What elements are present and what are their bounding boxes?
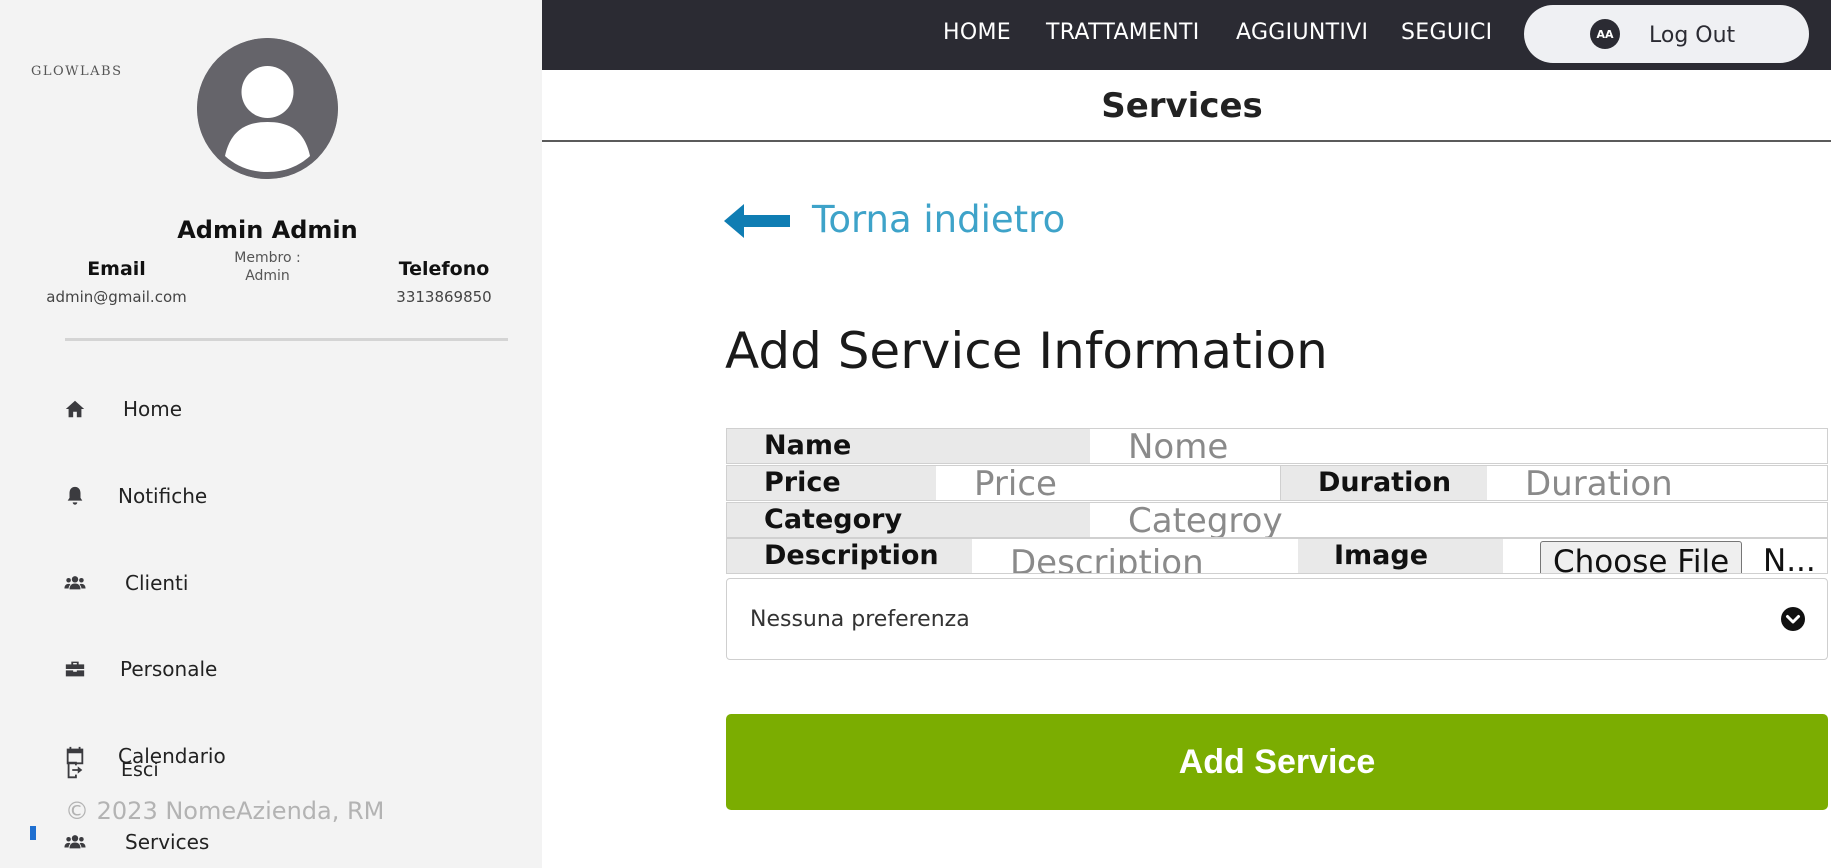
users-icon [64, 572, 86, 594]
user-avatar-icon [197, 38, 338, 179]
sidebar-item-label: Personale [120, 657, 218, 681]
duration-label: Duration [1280, 466, 1487, 500]
sidebar-divider [65, 338, 508, 341]
preference-select[interactable]: Nessuna preferenza [726, 578, 1828, 660]
description-image-row: Description Description Image Choose Fil… [726, 538, 1828, 574]
phone-title: Telefono [398, 258, 490, 280]
sidebar-item-notifiche[interactable]: Notifiche [64, 481, 207, 511]
description-input[interactable]: Description [972, 545, 1298, 573]
sidebar-item-clienti[interactable]: Clienti [64, 568, 188, 598]
page-header: Services [542, 70, 1831, 142]
name-row: Name Nome [726, 428, 1828, 464]
user-avatar [197, 38, 338, 179]
sidebar-item-home[interactable]: Home [64, 394, 182, 424]
category-row: Category Categroy [726, 502, 1828, 538]
logout-icon [64, 759, 86, 781]
member-role: Membro : Admin [220, 249, 315, 285]
page-title: Services [1101, 86, 1263, 126]
home-icon [64, 398, 86, 420]
category-label: Category [727, 503, 1090, 537]
phone-value: 3313869850 [396, 288, 492, 306]
sidebar-item-personale[interactable]: Personale [64, 654, 217, 684]
briefcase-icon [64, 658, 86, 680]
user-phone-block: Telefono 3313869850 [390, 258, 498, 306]
email-title: Email [87, 258, 146, 280]
chevron-down-icon [1781, 607, 1805, 631]
name-input[interactable]: Nome [1090, 429, 1827, 463]
sidebar-item-services[interactable]: Services [64, 827, 209, 857]
email-value: admin@gmail.com [46, 288, 187, 306]
choose-file-button[interactable]: Choose File [1540, 541, 1743, 573]
price-duration-row: Price Price Duration Duration [726, 465, 1828, 501]
topnav-home[interactable]: HOME [943, 20, 1011, 45]
user-email-block: Email admin@gmail.com [40, 258, 193, 306]
logout-button[interactable]: AA Log Out [1524, 5, 1809, 63]
user-initials-avatar: AA [1590, 19, 1620, 49]
active-item-marker [30, 826, 36, 840]
form-title: Add Service Information [725, 322, 1328, 380]
category-input[interactable]: Categroy [1090, 503, 1827, 537]
price-input[interactable]: Price [936, 466, 1280, 500]
arrow-left-icon [724, 204, 790, 238]
sidebar-item-label: Services [125, 830, 210, 854]
image-label: Image [1298, 539, 1503, 573]
price-label: Price [727, 466, 936, 500]
description-label: Description [727, 539, 972, 573]
sidebar-item-label: Notifiche [118, 484, 208, 508]
duration-input[interactable]: Duration [1487, 466, 1827, 500]
back-link-label: Torna indietro [812, 198, 1066, 241]
topnav-trattamenti[interactable]: TRATTAMENTI [1046, 20, 1200, 45]
sidebar-item-label: Clienti [125, 571, 189, 595]
add-service-button[interactable]: Add Service [726, 714, 1828, 810]
topnav-seguici[interactable]: SEGUICI [1401, 20, 1492, 45]
sidebar-item-label: Home [123, 397, 183, 421]
user-name: Admin Admin [177, 216, 358, 244]
name-label: Name [727, 429, 1090, 463]
preference-select-value: Nessuna preferenza [750, 607, 970, 632]
member-role-value: Admin [245, 268, 290, 284]
sidebar-item-label: Esci [121, 759, 159, 781]
member-role-label: Membro : [234, 250, 301, 266]
bell-icon [64, 485, 86, 507]
topnav-aggiuntivi[interactable]: AGGIUNTIVI [1236, 20, 1368, 45]
users-icon [64, 831, 86, 853]
logout-label: Log Out [1649, 23, 1736, 48]
top-navbar: HOME TRATTAMENTI AGGIUNTIVI SEGUICI AA L… [542, 0, 1831, 70]
file-name-text: N... [1763, 543, 1816, 574]
sidebar: GLOWLABS Admin Admin Email admin@gmail.c… [0, 0, 542, 868]
copyright: © 2023 NomeAzienda, RM [65, 797, 385, 825]
brand-logo: GLOWLABS [31, 64, 123, 79]
back-link[interactable]: Torna indietro [724, 196, 1065, 246]
sidebar-item-esci[interactable]: Esci [64, 755, 159, 785]
